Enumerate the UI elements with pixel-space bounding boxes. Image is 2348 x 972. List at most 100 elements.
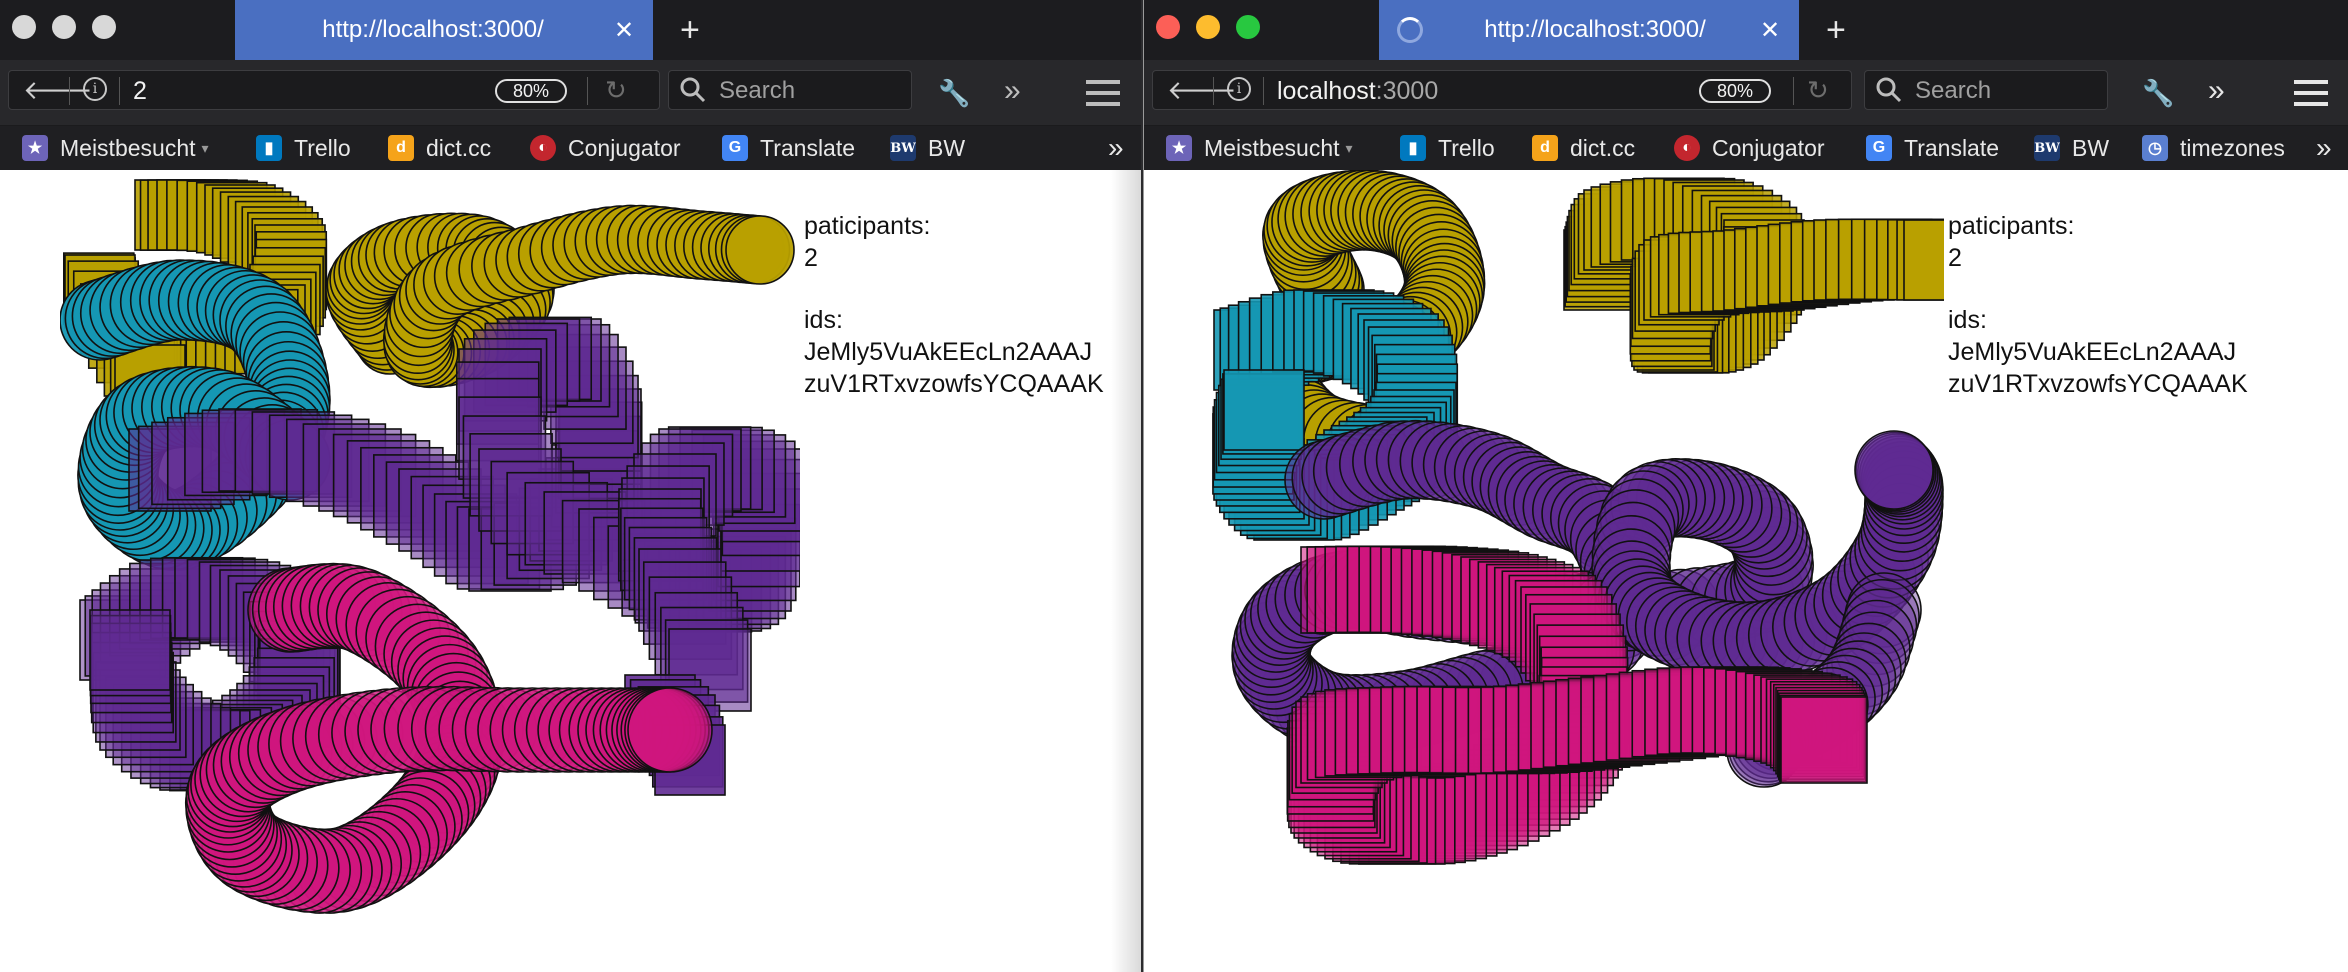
wrench-icon[interactable]: 🔧 (938, 78, 970, 108)
new-tab-button[interactable]: + (1826, 10, 1846, 50)
loading-spinner-icon (1397, 17, 1423, 43)
search-placeholder: Search (1915, 77, 1992, 104)
bookmark-bw[interactable]: BW BW (890, 130, 965, 166)
participants-panel: paticipants: 2 ids: JeMly5VuAkEEcLn2AAAJ… (1948, 210, 2248, 400)
bookmark-label: dict.cc (1570, 134, 1636, 161)
tab-close-icon[interactable]: ✕ (613, 16, 635, 45)
hamburger-menu-icon[interactable] (1086, 80, 1120, 106)
folder-icon: ★ (22, 135, 48, 161)
overflow-chevron-icon[interactable]: » (1004, 76, 1021, 106)
chevron-down-icon: ▾ (1345, 139, 1353, 156)
bookmark-meistbesucht[interactable]: ★ Meistbesucht ▾ (1166, 130, 1353, 166)
minimize-window-button[interactable] (1196, 15, 1220, 39)
bookmark-conjugator[interactable]: ◐ Conjugator (1674, 130, 1825, 166)
bookmark-label: timezones (2180, 134, 2285, 161)
tab-strip: http://localhost:3000/ ✕ + (1144, 0, 2348, 60)
bookmark-label: BW (2072, 134, 2110, 161)
bookmark-bw[interactable]: BW BW (2034, 130, 2109, 166)
bookmarks-toolbar: ★ Meistbesucht ▾ ▮ Trello d dict.cc ◐ Co… (1144, 126, 2348, 170)
new-tab-button[interactable]: + (680, 10, 700, 50)
ids-label: ids: (1948, 306, 1987, 334)
zoom-indicator[interactable]: 80% (1699, 79, 1771, 103)
close-window-button[interactable] (12, 15, 36, 39)
translate-icon: G (1866, 135, 1892, 161)
reload-icon[interactable]: ↻ (1807, 75, 1829, 106)
bookmark-label: Meistbesucht (1204, 134, 1340, 161)
bookmark-dictcc[interactable]: d dict.cc (388, 130, 491, 166)
rect-mark (1223, 369, 1305, 451)
bookmark-label: Translate (760, 134, 856, 161)
bookmark-label: Trello (1438, 134, 1495, 161)
timezones-icon: ◷ (2142, 135, 2168, 161)
site-info-icon[interactable]: i (83, 77, 107, 101)
sketch-canvas[interactable] (60, 170, 800, 930)
bookmarks-overflow-icon[interactable]: » (2316, 130, 2332, 166)
translate-icon: G (722, 135, 748, 161)
bookmark-translate[interactable]: G Translate (722, 130, 855, 166)
hamburger-menu-icon[interactable] (2294, 80, 2328, 106)
bw-icon: BW (2034, 135, 2060, 161)
participant-id: zuV1RTxvzowfsYCQAAAK (1948, 370, 2248, 398)
circle-mark (1854, 430, 1934, 510)
close-window-button[interactable] (1156, 15, 1180, 39)
bookmark-meistbesucht[interactable]: ★ Meistbesucht ▾ (22, 130, 209, 166)
bookmark-trello[interactable]: ▮ Trello (256, 130, 351, 166)
page-content: paticipants: 2 ids: JeMly5VuAkEEcLn2AAAJ… (1144, 170, 2348, 972)
tab-close-icon[interactable]: ✕ (1759, 16, 1781, 45)
minimize-window-button[interactable] (52, 15, 76, 39)
bookmark-timezones[interactable]: ◷ timezones (2142, 130, 2285, 166)
url-bar[interactable]: 🡐 i localhost:3000 80% ↻ (1152, 70, 1852, 110)
bookmarks-overflow-icon[interactable]: » (1108, 130, 1124, 166)
dictcc-icon: d (388, 135, 414, 161)
search-icon (1876, 77, 1902, 103)
sketch-canvas[interactable] (1204, 170, 1944, 930)
chevron-down-icon: ▾ (201, 139, 209, 156)
reload-icon[interactable]: ↻ (605, 75, 627, 106)
search-box[interactable]: Search (1864, 70, 2108, 110)
bookmark-trello[interactable]: ▮ Trello (1400, 130, 1495, 166)
tab-title: http://localhost:3000/ (322, 16, 544, 43)
site-info-icon[interactable]: i (1227, 77, 1251, 101)
bookmark-dictcc[interactable]: d dict.cc (1532, 130, 1635, 166)
bookmark-translate[interactable]: G Translate (1866, 130, 1999, 166)
participants-label: paticipants: (1948, 212, 2075, 240)
participant-id: JeMly5VuAkEEcLn2AAAJ (1948, 338, 2237, 366)
participant-id: JeMly5VuAkEEcLn2AAAJ (804, 338, 1093, 366)
circle-mark (725, 215, 795, 285)
overflow-chevron-icon[interactable]: » (2208, 76, 2225, 106)
wrench-icon[interactable]: 🔧 (2142, 78, 2174, 108)
bookmark-label: Meistbesucht (60, 134, 196, 161)
olive-square-trail (1563, 177, 1944, 374)
rect-mark (89, 609, 171, 691)
url-host: localhost (1277, 77, 1376, 105)
trello-icon: ▮ (256, 135, 282, 161)
participants-count: 2 (1948, 244, 1962, 272)
url-text[interactable]: localhost:3000 (1277, 77, 1438, 105)
circle-mark (627, 687, 713, 773)
conjugator-icon: ◐ (530, 135, 556, 161)
nav-toolbar: 🡐 i 2 80% ↻ Search 🔧 » (0, 60, 1141, 126)
conjugator-icon: ◐ (1674, 135, 1700, 161)
bookmark-conjugator[interactable]: ◐ Conjugator (530, 130, 681, 166)
url-bar[interactable]: 🡐 i 2 80% ↻ (8, 70, 660, 110)
search-placeholder: Search (719, 77, 796, 104)
bookmark-label: dict.cc (426, 134, 492, 161)
participant-id: zuV1RTxvzowfsYCQAAAK (804, 370, 1104, 398)
url-text[interactable]: 2 (133, 77, 147, 105)
participants-panel: paticipants: 2 ids: JeMly5VuAkEEcLn2AAAJ… (804, 210, 1104, 400)
bookmark-label: Conjugator (568, 134, 681, 161)
participants-count: 2 (804, 244, 818, 272)
active-tab[interactable]: http://localhost:3000/ ✕ (1379, 0, 1799, 60)
active-tab[interactable]: http://localhost:3000/ ✕ (235, 0, 653, 60)
zoom-window-button[interactable] (92, 15, 116, 39)
zoom-window-button[interactable] (1236, 15, 1260, 39)
bw-icon: BW (890, 135, 916, 161)
trello-icon: ▮ (1400, 135, 1426, 161)
bookmark-label: Translate (1904, 134, 2000, 161)
search-icon (680, 77, 706, 103)
search-box[interactable]: Search (668, 70, 912, 110)
bookmark-label: Trello (294, 134, 351, 161)
browser-window-right: http://localhost:3000/ ✕ + 🡐 i localhost… (1143, 0, 2348, 972)
browser-window-left: http://localhost:3000/ ✕ + 🡐 i 2 80% ↻ S… (0, 0, 1141, 972)
zoom-indicator[interactable]: 80% (495, 79, 567, 103)
